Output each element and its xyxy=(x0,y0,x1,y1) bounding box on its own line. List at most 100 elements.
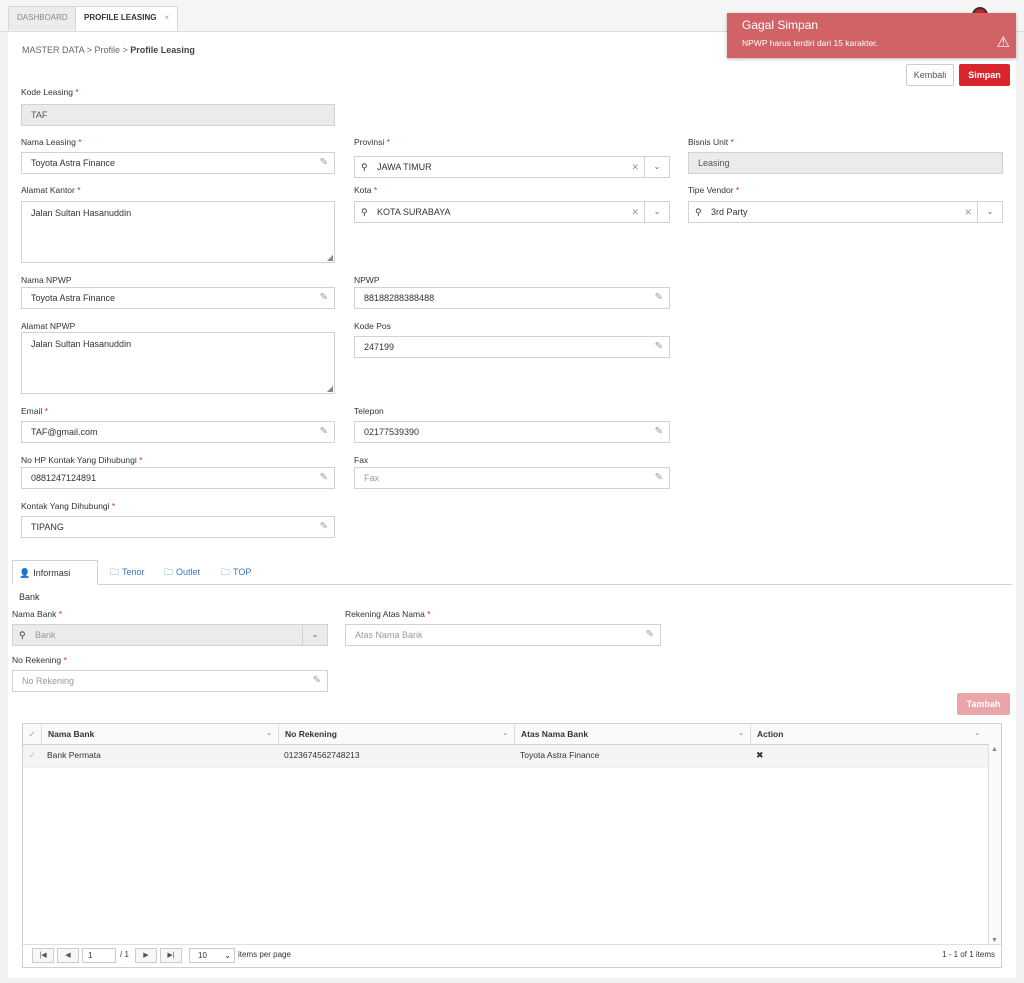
add-bank-button[interactable]: Tambah xyxy=(957,693,1010,715)
tab-top[interactable]: 🗀 TOP xyxy=(215,560,257,585)
alamat-kantor-textarea[interactable]: Jalan Sultan Hasanuddin ◢ xyxy=(21,201,335,263)
folder-icon: 🗀 xyxy=(110,567,120,577)
tab-outlet[interactable]: 🗀 Outlet xyxy=(158,560,206,585)
close-icon[interactable]: × xyxy=(164,13,169,22)
toast-title: Gagal Simpan xyxy=(742,18,819,32)
alamat-kantor-label: Alamat Kantor * xyxy=(21,185,81,195)
scroll-down-icon[interactable]: ▼ xyxy=(991,937,998,944)
table-row[interactable]: ✓ Bank Permata 0123674562748213 Toyota A… xyxy=(23,745,989,768)
folder-icon: 🗀 xyxy=(164,567,174,577)
nama-npwp-field[interactable]: Toyota Astra Finance ✎ xyxy=(21,287,335,309)
column-header-action[interactable]: Action ⌄ xyxy=(750,724,986,744)
tipe-vendor-label: Tipe Vendor * xyxy=(688,185,740,195)
pencil-icon: ✎ xyxy=(319,472,328,483)
column-header-no-rekening[interactable]: No Rekening ⌄ xyxy=(278,724,514,744)
pencil-icon: ✎ xyxy=(654,341,663,352)
tab-dashboard[interactable]: DASHBOARD xyxy=(8,6,77,30)
chevron-down-icon[interactable]: ⌄ xyxy=(302,625,327,645)
search-icon: ⚲ xyxy=(361,207,368,217)
save-button[interactable]: Simpan xyxy=(959,64,1010,86)
row-checkbox[interactable]: ✓ xyxy=(23,745,41,767)
column-header-atas-nama-bank[interactable]: Atas Nama Bank ⌄ xyxy=(514,724,750,744)
kode-leasing-field: TAF xyxy=(21,104,335,126)
main-content: MASTER DATA > Profile > Profile Leasing … xyxy=(8,32,1016,978)
first-page-button[interactable]: |◀ xyxy=(32,948,54,963)
pencil-icon: ✎ xyxy=(319,426,328,437)
nama-bank-select[interactable]: ⚲ Bank ⌄ xyxy=(12,624,328,646)
chevron-down-icon[interactable]: ⌄ xyxy=(738,724,744,744)
chevron-right-icon: > xyxy=(86,45,92,55)
clear-icon[interactable]: ✕ xyxy=(964,202,972,222)
pencil-icon: ✎ xyxy=(312,675,321,686)
chevron-down-icon: ⌄ xyxy=(224,951,231,960)
select-all-checkbox[interactable]: ✓ xyxy=(23,724,41,744)
prev-page-button[interactable]: ◀ xyxy=(57,948,79,963)
next-page-button[interactable]: ▶ xyxy=(135,948,157,963)
no-hp-label: No HP Kontak Yang Dihubungi * xyxy=(21,455,143,465)
resize-handle-icon[interactable]: ◢ xyxy=(327,384,333,393)
chevron-down-icon[interactable]: ⌄ xyxy=(644,202,669,222)
resize-handle-icon[interactable]: ◢ xyxy=(327,253,333,262)
kontak-label: Kontak Yang Dihubungi * xyxy=(21,501,116,511)
kontak-field[interactable]: TIPANG ✎ xyxy=(21,516,335,538)
chevron-down-icon[interactable]: ⌄ xyxy=(977,202,1002,222)
column-header-nama-bank[interactable]: Nama Bank ⌄ xyxy=(41,724,278,744)
search-icon: ⚲ xyxy=(19,630,26,640)
tab-dashboard-label: DASHBOARD xyxy=(17,13,68,22)
email-field[interactable]: TAF@gmail.com ✎ xyxy=(21,421,335,443)
cell-nama-bank: Bank Permata xyxy=(47,750,101,760)
rekening-atas-nama-label: Rekening Atas Nama * xyxy=(345,609,431,619)
search-icon: ⚲ xyxy=(361,162,368,172)
back-button[interactable]: Kembali xyxy=(906,64,954,86)
fax-field[interactable]: Fax ✎ xyxy=(354,467,670,489)
clear-icon[interactable]: ✕ xyxy=(631,157,639,177)
breadcrumb-profile[interactable]: Profile xyxy=(94,45,120,55)
breadcrumb-current: Profile Leasing xyxy=(130,45,195,55)
nama-leasing-label: Nama Leasing * xyxy=(21,137,82,147)
no-rekening-label: No Rekening * xyxy=(12,655,67,665)
breadcrumb-master-data[interactable]: MASTER DATA xyxy=(22,45,84,55)
kode-leasing-label: Kode Leasing * xyxy=(21,87,79,97)
chevron-down-icon[interactable]: ⌄ xyxy=(974,724,980,744)
fax-label: Fax xyxy=(354,455,369,465)
tab-informasi-bank[interactable]: 👤 Informasi Bank xyxy=(12,560,98,602)
scroll-up-icon[interactable]: ▲ xyxy=(991,746,998,753)
tipe-vendor-select[interactable]: ⚲ 3rd Party ✕ ⌄ xyxy=(688,201,1003,223)
kode-pos-field[interactable]: 247199 ✎ xyxy=(354,336,670,358)
chevron-down-icon[interactable]: ⌄ xyxy=(502,724,508,744)
no-rekening-field[interactable]: No Rekening ✎ xyxy=(12,670,328,692)
pencil-icon: ✎ xyxy=(645,629,654,640)
tab-tenor[interactable]: 🗀 Tenor xyxy=(104,560,151,585)
delete-icon[interactable]: ✖ xyxy=(750,745,986,767)
pencil-icon: ✎ xyxy=(654,426,663,437)
clear-icon[interactable]: ✕ xyxy=(631,202,639,222)
pencil-icon: ✎ xyxy=(654,292,663,303)
no-hp-field[interactable]: 0881247124891 ✎ xyxy=(21,467,335,489)
breadcrumb: MASTER DATA > Profile > Profile Leasing xyxy=(22,45,195,55)
page-input[interactable]: 1 xyxy=(82,948,116,963)
npwp-field[interactable]: 88188288388488 ✎ xyxy=(354,287,670,309)
alamat-npwp-textarea[interactable]: Jalan Sultan Hasanuddin ◢ xyxy=(21,332,335,394)
per-page-select[interactable]: 10 ⌄ xyxy=(189,948,235,963)
search-icon: ⚲ xyxy=(695,207,702,217)
nama-leasing-field[interactable]: Toyota Astra Finance ✎ xyxy=(21,152,335,174)
bank-grid: ✓ Nama Bank ⌄ No Rekening ⌄ Atas Nama Bank… xyxy=(22,723,1002,968)
pencil-icon: ✎ xyxy=(319,292,328,303)
bisnis-unit-field: Leasing xyxy=(688,152,1003,174)
telepon-field[interactable]: 02177539390 ✎ xyxy=(354,421,670,443)
error-toast[interactable]: Gagal Simpan NPWP harus terdiri dari 15 … xyxy=(727,13,1016,58)
email-label: Email * xyxy=(21,406,48,416)
grid-scrollbar[interactable]: ▲ ▼ xyxy=(988,744,1001,946)
kota-select[interactable]: ⚲ KOTA SURABAYA ✕ ⌄ xyxy=(354,201,670,223)
grid-header: ✓ Nama Bank ⌄ No Rekening ⌄ Atas Nama Bank… xyxy=(23,724,1001,745)
tab-profile-leasing[interactable]: PROFILE LEASING × xyxy=(75,6,179,31)
provinsi-select[interactable]: ⚲ JAWA TIMUR ✕ ⌄ xyxy=(354,156,670,178)
chevron-down-icon[interactable]: ⌄ xyxy=(266,724,272,744)
toast-message: NPWP harus terdiri dari 15 karakter. xyxy=(742,38,878,48)
chevron-down-icon[interactable]: ⌄ xyxy=(644,157,669,177)
last-page-button[interactable]: ▶| xyxy=(160,948,182,963)
rekening-atas-nama-field[interactable]: Atas Nama Bank ✎ xyxy=(345,624,661,646)
provinsi-label: Provinsi * xyxy=(354,137,390,147)
folder-icon: 🗀 xyxy=(221,567,231,577)
npwp-label: NPWP xyxy=(354,275,380,285)
